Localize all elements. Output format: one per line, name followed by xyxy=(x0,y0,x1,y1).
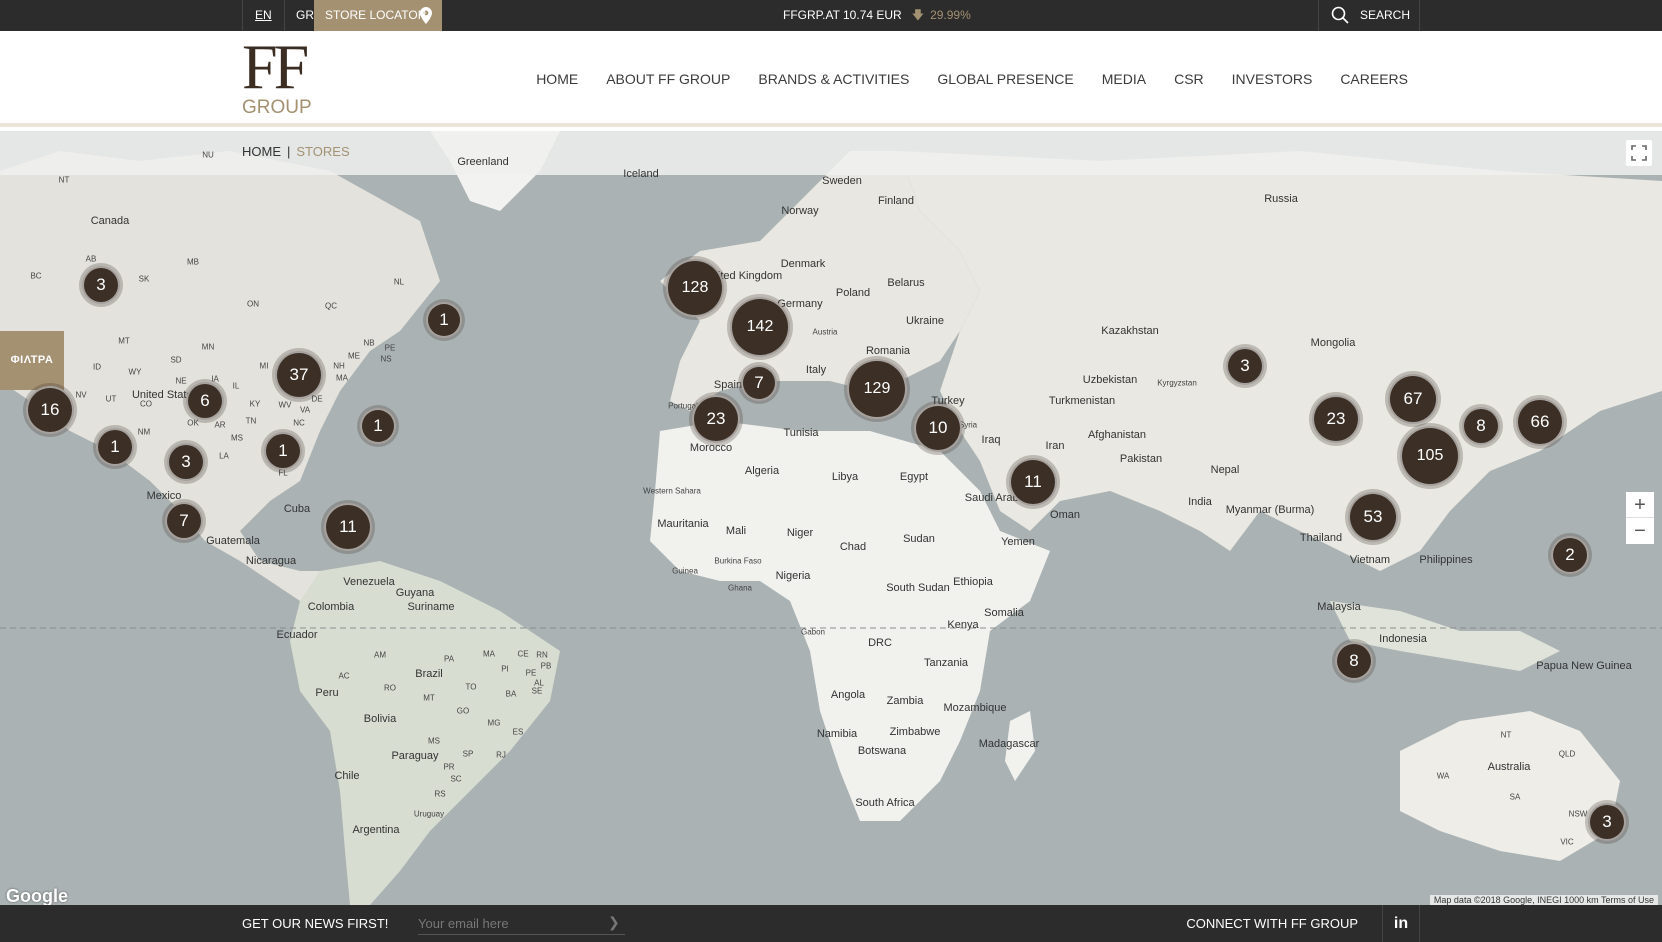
logo-group: GROUP xyxy=(242,97,312,118)
footer-bar: GET OUR NEWS FIRST! ❯ CONNECT WITH FF GR… xyxy=(0,905,1662,942)
store-cluster-marker[interactable]: 7 xyxy=(165,502,203,540)
top-bar: EN GR STORE LOCATOR FFGRP.AT 10.74 EUR 🡇 2… xyxy=(0,0,1662,31)
store-locator-button[interactable]: STORE LOCATOR xyxy=(314,0,442,31)
search-label: SEARCH xyxy=(1360,8,1411,22)
store-cluster-marker[interactable]: 3 xyxy=(1226,347,1264,385)
store-cluster-marker[interactable]: 7 xyxy=(741,365,777,401)
store-cluster-marker[interactable]: 6 xyxy=(186,382,224,420)
store-cluster-marker[interactable]: 23 xyxy=(1312,395,1360,443)
store-cluster-marker[interactable]: 129 xyxy=(847,359,907,419)
main-nav: HOME ABOUT FF GROUP BRANDS & ACTIVITIES … xyxy=(536,31,1408,127)
store-cluster-marker[interactable]: 128 xyxy=(666,259,724,317)
store-cluster-marker[interactable]: 1 xyxy=(426,302,462,338)
store-locator-label: STORE LOCATOR xyxy=(325,8,427,22)
fullscreen-button[interactable] xyxy=(1626,140,1652,166)
search-button[interactable]: SEARCH xyxy=(1318,0,1420,31)
store-cluster-marker[interactable]: 2 xyxy=(1551,536,1589,574)
store-cluster-marker[interactable]: 37 xyxy=(275,351,323,399)
nav-investors[interactable]: INVESTORS xyxy=(1232,71,1313,87)
nav-about[interactable]: ABOUT FF GROUP xyxy=(606,71,730,87)
language-en-link[interactable]: EN xyxy=(242,0,285,31)
ticker-symbol: FFGRP.AT 10.74 EUR xyxy=(783,8,902,22)
breadcrumb-bar: HOME | STORES xyxy=(0,131,1662,175)
linkedin-icon[interactable]: in xyxy=(1382,905,1420,942)
map-attribution[interactable]: Map data ©2018 Google, INEGI 1000 km Ter… xyxy=(1429,895,1658,905)
connect-label: CONNECT WITH FF GROUP xyxy=(1186,916,1358,931)
store-cluster-marker[interactable]: 8 xyxy=(1335,642,1373,680)
store-cluster-marker[interactable]: 23 xyxy=(692,395,740,443)
breadcrumb-home[interactable]: HOME xyxy=(242,144,281,159)
google-logo: Google xyxy=(6,886,68,905)
stock-ticker: FFGRP.AT 10.74 EUR 🡇 29.99% xyxy=(783,0,971,31)
store-cluster-marker[interactable]: 66 xyxy=(1516,398,1564,446)
ff-group-logo[interactable]: FF GROUP xyxy=(242,31,317,119)
breadcrumb: HOME | STORES xyxy=(242,144,350,159)
chevron-right-icon[interactable]: ❯ xyxy=(608,914,620,931)
store-cluster-marker[interactable]: 10 xyxy=(914,404,962,452)
store-cluster-marker[interactable]: 142 xyxy=(730,297,790,357)
store-cluster-marker[interactable]: 3 xyxy=(82,266,120,304)
zoom-out-button[interactable]: − xyxy=(1626,518,1654,544)
nav-media[interactable]: MEDIA xyxy=(1102,71,1146,87)
nav-brands-activities[interactable]: BRANDS & ACTIVITIES xyxy=(758,71,909,87)
newsletter-label: GET OUR NEWS FIRST! xyxy=(242,916,389,931)
arrow-down-icon: 🡇 xyxy=(911,8,925,22)
breadcrumb-current: STORES xyxy=(296,144,350,159)
nav-global-presence[interactable]: GLOBAL PRESENCE xyxy=(937,71,1073,87)
newsletter-email-input[interactable] xyxy=(418,913,625,935)
zoom-in-button[interactable]: + xyxy=(1626,492,1654,518)
nav-careers[interactable]: CAREERS xyxy=(1340,71,1408,87)
store-cluster-marker[interactable]: 11 xyxy=(324,503,372,551)
store-cluster-marker[interactable]: 105 xyxy=(1400,426,1460,486)
store-cluster-marker[interactable]: 3 xyxy=(1588,803,1626,841)
logo-ff: FF xyxy=(242,31,309,102)
filters-button[interactable]: ΦΙΛΤΡΑ xyxy=(0,331,64,390)
store-map[interactable]: HOME | STORES ΦΙΛΤΡΑ Greenland Iceland Swede… xyxy=(0,131,1662,905)
search-icon xyxy=(1331,6,1349,24)
store-cluster-marker[interactable]: 1 xyxy=(96,428,134,466)
nav-home[interactable]: HOME xyxy=(536,71,578,87)
store-cluster-marker[interactable]: 3 xyxy=(167,443,205,481)
location-pin-icon xyxy=(420,7,432,24)
store-cluster-marker[interactable]: 1 xyxy=(360,408,396,444)
store-cluster-marker[interactable]: 11 xyxy=(1009,458,1057,506)
world-landmass xyxy=(0,131,1662,905)
fullscreen-icon xyxy=(1631,145,1647,161)
store-cluster-marker[interactable]: 67 xyxy=(1388,374,1438,424)
main-header: FF GROUP HOME ABOUT FF GROUP BRANDS & AC… xyxy=(0,31,1662,127)
store-cluster-marker[interactable]: 16 xyxy=(26,386,74,434)
store-cluster-marker[interactable]: 1 xyxy=(264,432,302,470)
breadcrumb-separator: | xyxy=(287,144,291,159)
ticker-change: 29.99% xyxy=(930,8,971,22)
store-cluster-marker[interactable]: 8 xyxy=(1462,407,1500,445)
nav-csr[interactable]: CSR xyxy=(1174,71,1204,87)
store-cluster-marker[interactable]: 53 xyxy=(1348,492,1398,542)
